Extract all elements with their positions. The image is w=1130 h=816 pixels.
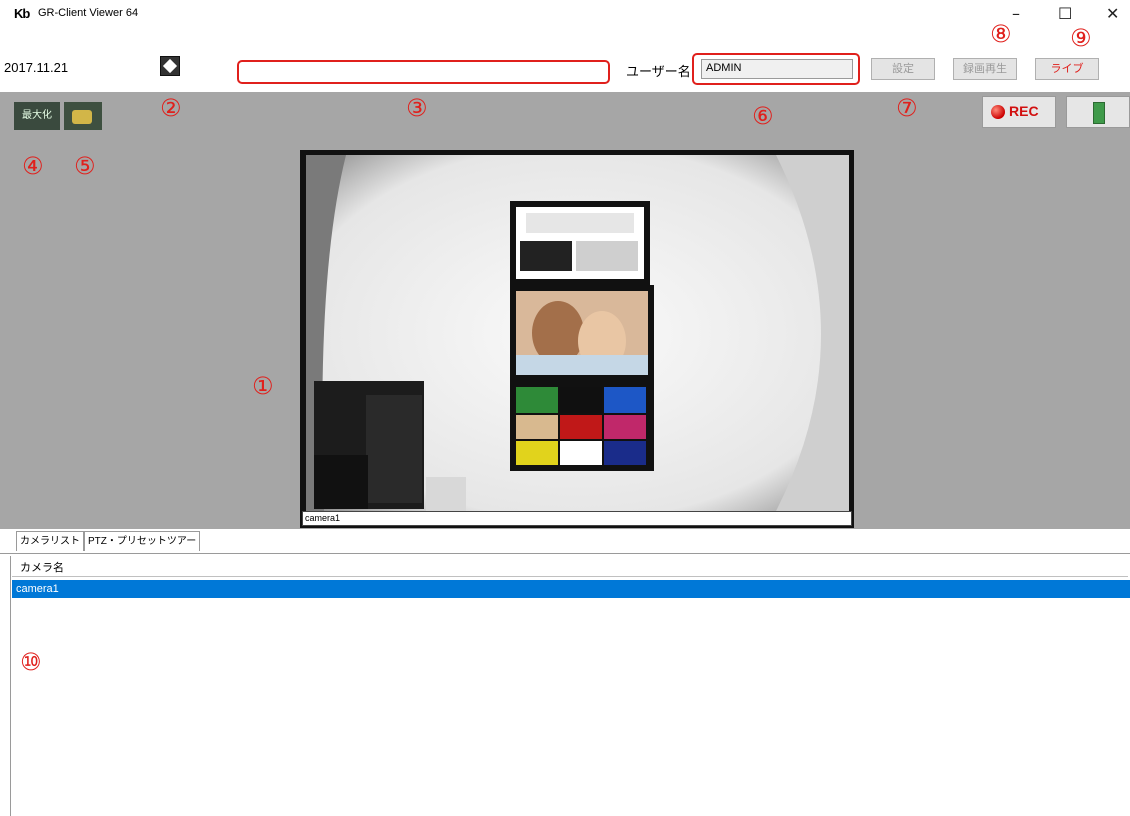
annotation-4: ④ bbox=[22, 152, 44, 180]
record-icon bbox=[991, 105, 1005, 119]
rec-button[interactable]: REC bbox=[982, 96, 1056, 128]
camera-caption: camera1 bbox=[302, 511, 852, 526]
exit-button[interactable] bbox=[1066, 96, 1130, 128]
maximize-window-button[interactable]: ☐ bbox=[1058, 4, 1072, 23]
exit-door-icon bbox=[1093, 102, 1105, 124]
annotation-8: ⑧ bbox=[990, 20, 1012, 48]
date-display: 2017.11.21 bbox=[4, 60, 69, 75]
annotation-6: ⑥ bbox=[752, 102, 774, 130]
status-message-area bbox=[237, 60, 610, 84]
close-button[interactable]: ✕ bbox=[1106, 4, 1119, 23]
user-name-field[interactable]: ADMIN bbox=[701, 59, 853, 79]
minimize-button[interactable]: – bbox=[1012, 4, 1020, 23]
snapshot-button[interactable] bbox=[64, 102, 102, 130]
annotation-3: ③ bbox=[406, 94, 428, 122]
tab-camera-list[interactable]: カメラリスト bbox=[16, 531, 84, 551]
maximize-view-button[interactable]: 最大化 bbox=[14, 102, 60, 130]
annotation-2: ② bbox=[160, 94, 182, 122]
camera-list-row[interactable]: camera1 bbox=[12, 580, 1130, 598]
navigation-icon[interactable] bbox=[160, 56, 180, 76]
camera-name-column-header[interactable]: カメラ名 bbox=[12, 559, 1128, 577]
annotation-10: ⑩ bbox=[20, 648, 42, 676]
rec-label: REC bbox=[1009, 103, 1039, 119]
live-button[interactable]: ライブ bbox=[1035, 58, 1099, 80]
playback-button[interactable]: 録画再生 bbox=[953, 58, 1017, 80]
window-title: GR-Client Viewer 64 bbox=[38, 7, 139, 19]
title-bar: Kb GR-Client Viewer 64 – ☐ ✕ bbox=[0, 0, 1130, 46]
annotation-5: ⑤ bbox=[74, 152, 96, 180]
toolbar: 2017.11.21 ユーザー名 ADMIN 設定 録画再生 ライブ bbox=[0, 46, 1130, 92]
camera-scene-image bbox=[306, 155, 849, 511]
app-logo-icon: Kb bbox=[14, 6, 30, 21]
camera-live-image[interactable] bbox=[306, 155, 849, 511]
annotation-9: ⑨ bbox=[1070, 24, 1092, 52]
tab-ptz-preset-tour[interactable]: PTZ・プリセットツアー bbox=[84, 531, 201, 551]
user-name-label: ユーザー名 bbox=[626, 64, 691, 79]
annotation-1: ① bbox=[252, 372, 274, 400]
camera-snapshot-icon bbox=[72, 110, 92, 124]
annotation-7: ⑦ bbox=[896, 94, 918, 122]
settings-button[interactable]: 設定 bbox=[871, 58, 935, 80]
tab-bar: カメラリスト PTZ・プリセットツアー bbox=[0, 529, 1130, 554]
